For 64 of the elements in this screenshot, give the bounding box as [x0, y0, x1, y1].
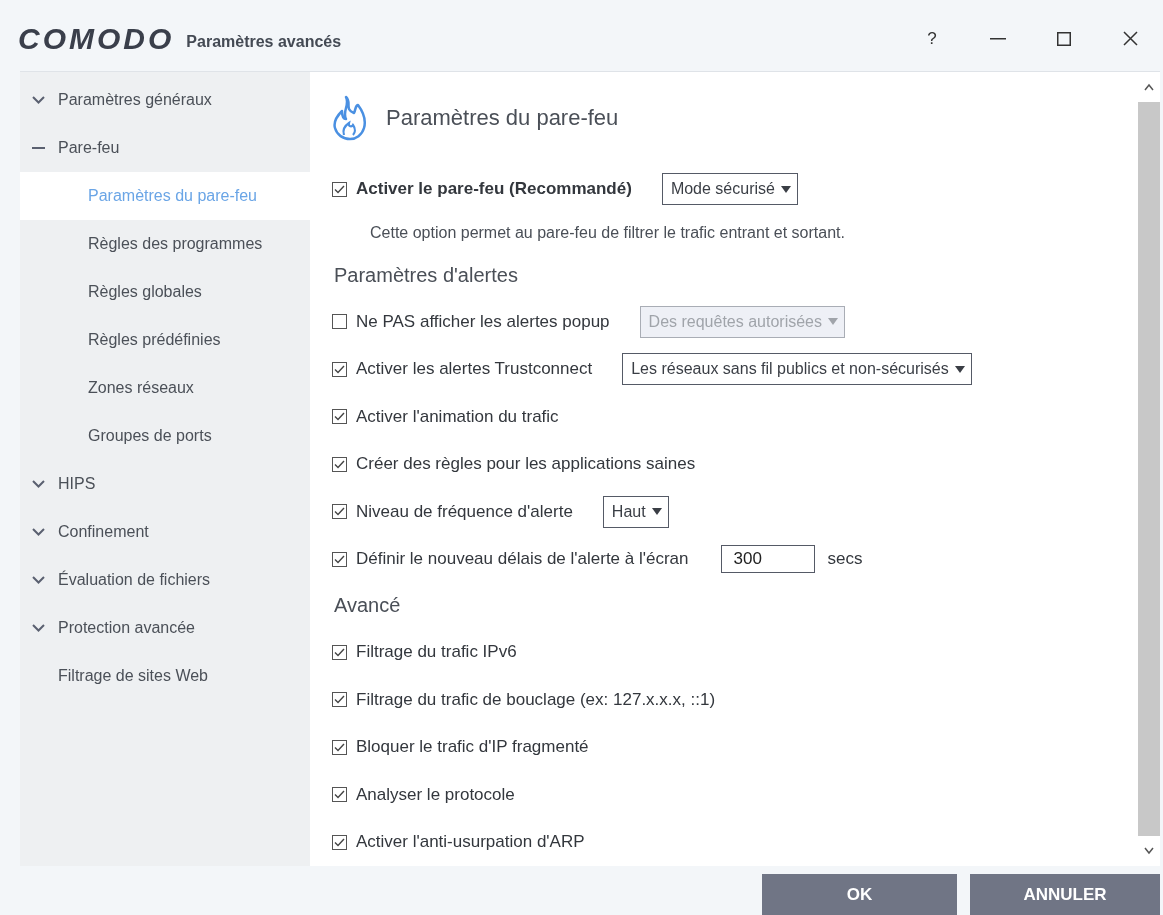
- option-label: Activer l'anti-usurpation d'ARP: [356, 832, 585, 853]
- chevron-down-icon: [32, 96, 45, 104]
- checkbox[interactable]: [332, 181, 347, 197]
- dropdown[interactable]: Haut: [602, 495, 669, 528]
- sidebar-item[interactable]: Règles des programmes: [20, 220, 310, 268]
- caret-icon: [651, 508, 662, 516]
- sidebar-item[interactable]: Confinement: [20, 508, 310, 556]
- option-label: Bloquer le trafic d'IP fragmenté: [356, 737, 589, 758]
- checkbox[interactable]: [332, 551, 347, 567]
- option-label: Filtrage du trafic de bouclage (ex: 127.x.x.x, ::1): [356, 689, 716, 710]
- chevron-down-icon: [32, 528, 45, 536]
- sidebar-item[interactable]: Protection avancée: [20, 604, 310, 652]
- option-label: Activer les alertes Trustconnect: [356, 359, 593, 380]
- section-heading: Avancé: [333, 593, 402, 619]
- option-label: Activer l'animation du trafic: [356, 406, 559, 427]
- description-text: Cette option permet au pare-feu de filtrer le trafic entrant et sortant.: [369, 222, 846, 243]
- close-icon: [1122, 31, 1138, 46]
- checkbox[interactable]: [332, 314, 347, 330]
- checkbox[interactable]: [332, 739, 347, 755]
- checkbox[interactable]: [332, 834, 347, 850]
- sidebar-item[interactable]: Zones réseaux: [20, 364, 310, 412]
- ok-button[interactable]: OK: [762, 874, 957, 915]
- unit-label: secs: [827, 549, 863, 570]
- minus-icon: [32, 147, 45, 149]
- minimize-icon: [990, 37, 1006, 40]
- window-title: Paramètres avancés: [186, 32, 342, 51]
- caret-icon: [780, 185, 791, 193]
- help-button[interactable]: ?: [899, 18, 965, 59]
- cancel-button[interactable]: ANNULER: [970, 874, 1160, 915]
- sidebar-item[interactable]: Groupes de ports: [20, 412, 310, 460]
- page-title: Paramètres du pare-feu: [386, 104, 619, 131]
- sidebar-item[interactable]: Paramètres généraux: [20, 76, 310, 124]
- chevron-down-icon: [32, 480, 45, 488]
- flame-icon: [332, 94, 368, 141]
- input-field[interactable]: 300: [720, 545, 815, 574]
- chevron-down-icon: [32, 576, 45, 584]
- logo: COMODO: [18, 21, 175, 56]
- sidebar-item[interactable]: HIPS: [20, 460, 310, 508]
- caret-icon: [954, 365, 965, 373]
- option-label: Créer des règles pour les applications saines: [356, 454, 696, 475]
- sidebar-item[interactable]: Règles prédéfinies: [20, 316, 310, 364]
- sidebar-item[interactable]: Pare-feu: [20, 124, 310, 172]
- option-label: Activer le pare-feu (Recommandé): [356, 179, 632, 200]
- option-label: Filtrage du trafic IPv6: [356, 642, 517, 663]
- chevron-down-icon: [32, 624, 45, 632]
- sidebar-item[interactable]: Filtrage de sites Web: [20, 652, 310, 700]
- checkbox[interactable]: [332, 409, 347, 425]
- checkbox[interactable]: [332, 644, 347, 660]
- checkbox[interactable]: [332, 456, 347, 472]
- checkbox[interactable]: [332, 361, 347, 377]
- option-label: Définir le nouveau délais de l'alerte à l'écran: [356, 549, 689, 570]
- dropdown[interactable]: Mode sécurisé: [661, 173, 798, 206]
- sidebar-item[interactable]: Règles globales: [20, 268, 310, 316]
- option-label: Niveau de fréquence d'alerte: [356, 501, 573, 522]
- option-label: Ne PAS afficher les alertes popup: [356, 311, 610, 332]
- maximize-icon: [1057, 31, 1071, 46]
- sidebar-item[interactable]: Évaluation de fichiers: [20, 556, 310, 604]
- checkbox[interactable]: [332, 504, 347, 520]
- option-label: Analyser le protocole: [356, 784, 515, 805]
- checkbox[interactable]: [332, 787, 347, 803]
- dropdown[interactable]: Les réseaux sans fil publics et non-sécurisés: [622, 353, 972, 386]
- section-heading: Paramètres d'alertes: [333, 262, 519, 288]
- checkbox[interactable]: [332, 692, 347, 708]
- caret-icon: [828, 318, 838, 326]
